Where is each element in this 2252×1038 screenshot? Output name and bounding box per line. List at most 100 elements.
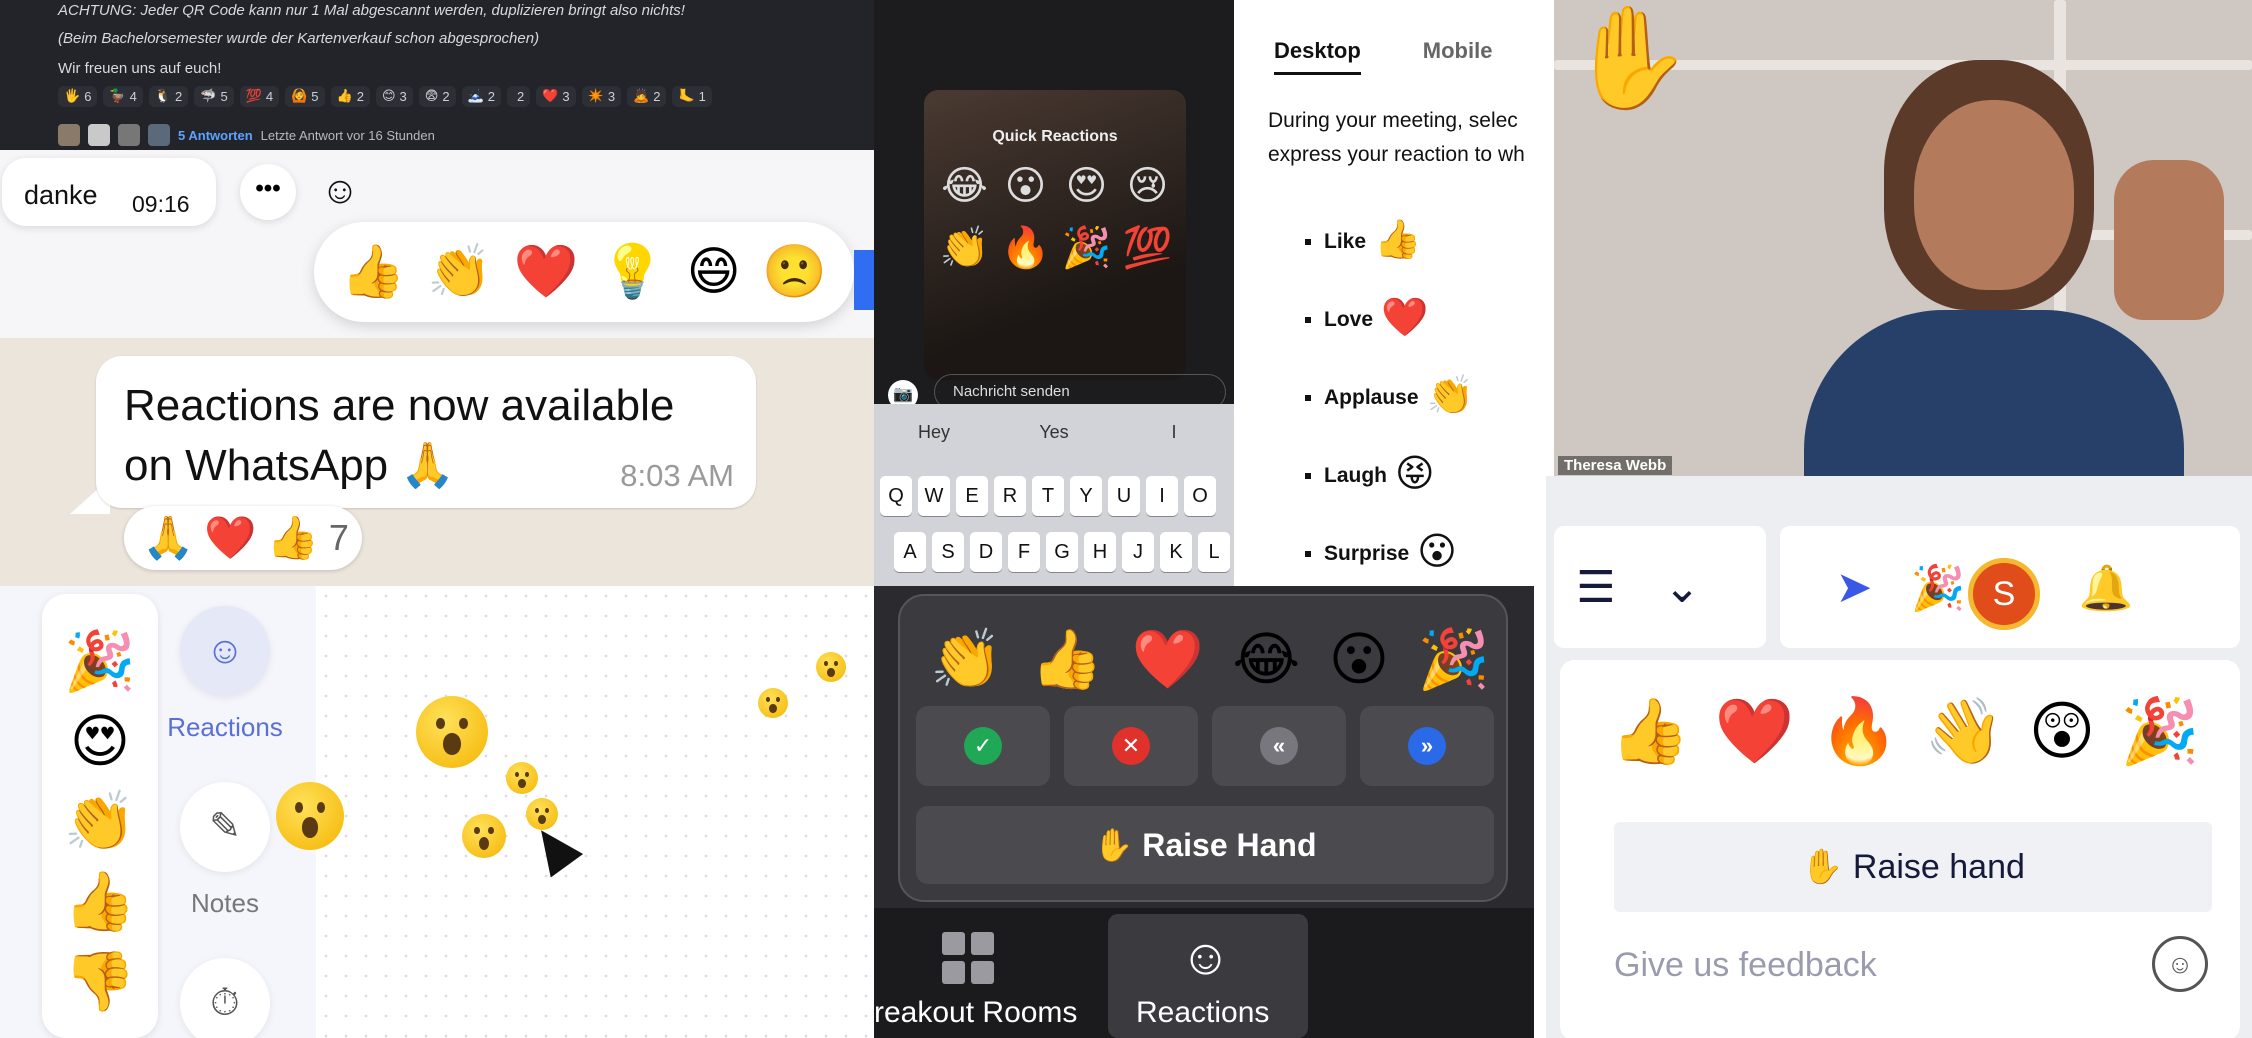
reaction-chip[interactable]: 🙆 5 — [285, 86, 325, 107]
bell-icon[interactable]: 🔔 — [2078, 562, 2134, 614]
suggestion-word[interactable]: Yes — [994, 422, 1114, 443]
feedback-icon[interactable]: ☺ — [2152, 936, 2208, 992]
reaction-option-icon[interactable]: ❤️ — [1715, 700, 1795, 764]
avatar[interactable]: S — [1968, 558, 2040, 630]
reaction-option-icon[interactable]: 🔥 — [1819, 700, 1899, 764]
quick-reaction-icon[interactable]: 🎉 — [1056, 228, 1117, 268]
keyboard-key[interactable]: S — [932, 532, 964, 572]
reaction-option-icon[interactable]: 😄 — [687, 246, 741, 298]
no-button[interactable]: ✕ — [1064, 706, 1198, 786]
collapse-icon[interactable]: ⌄ — [1654, 562, 1710, 613]
reaction-chip[interactable]: 🙇 2 — [627, 86, 667, 107]
keyboard-key[interactable]: W — [918, 476, 950, 516]
reaction-option-icon[interactable]: 👏 — [427, 246, 492, 298]
suggestion-word[interactable]: I — [1114, 422, 1234, 443]
quick-reaction-icon[interactable]: 💯 — [1117, 228, 1178, 268]
reaction-chip[interactable]: ❤️ 3 — [536, 86, 576, 107]
reaction-chip[interactable]: 👍 2 — [330, 86, 370, 107]
reaction-option-icon[interactable]: 😂 — [1232, 630, 1300, 688]
reaction-option-icon[interactable]: 🙁 — [762, 246, 827, 298]
breakout-rooms-label[interactable]: reakout Rooms — [874, 996, 1077, 1030]
dock-emoji-icon[interactable]: 👎 — [64, 952, 136, 1010]
chat-bubble[interactable]: danke 09:16 — [2, 158, 216, 226]
pointer-icon[interactable]: ➤ — [1826, 562, 1882, 613]
quick-reaction-icon[interactable]: 😍 — [1056, 166, 1117, 206]
reaction-chip[interactable]: 😊 3 — [375, 86, 413, 107]
reaction-chip[interactable]: 🗻 2 — [461, 86, 501, 107]
reaction-option-icon[interactable]: 👏 — [930, 630, 1002, 688]
keyboard-key[interactable]: I — [1146, 476, 1178, 516]
reaction-chip[interactable]: 🦶 1 — [672, 86, 712, 107]
keyboard-key[interactable]: F — [1008, 532, 1040, 572]
suggestion-word[interactable]: Hey — [874, 422, 994, 443]
reaction-option-icon[interactable]: 👍 — [1031, 630, 1103, 688]
dock-emoji-icon[interactable]: 🎉 — [64, 632, 136, 690]
whiteboard-canvas[interactable] — [276, 586, 874, 1038]
keyboard-key[interactable]: O — [1184, 476, 1216, 516]
reaction-option-icon[interactable]: 😮 — [1329, 630, 1389, 688]
keyboard-key[interactable]: D — [970, 532, 1002, 572]
reaction-chip[interactable]: 🦆 4 — [103, 86, 143, 107]
timer-tool-button[interactable]: ⏱ — [180, 958, 270, 1038]
breakout-rooms-icon[interactable] — [942, 932, 994, 984]
keyboard-key[interactable]: K — [1160, 532, 1192, 572]
keyboard-key[interactable]: E — [956, 476, 988, 516]
speed-up-button[interactable]: » — [1360, 706, 1494, 786]
reaction-summary-pill[interactable]: 🙏 ❤️ 👍 7 — [124, 506, 362, 570]
reaction-option-icon[interactable]: 💡 — [600, 246, 665, 298]
tab-mobile[interactable]: Mobile — [1423, 38, 1493, 75]
reactions-tool-button[interactable]: ☺ — [180, 606, 270, 696]
tab-desktop[interactable]: Desktop — [1274, 38, 1361, 75]
reaction-option-icon[interactable]: 👋 — [1924, 700, 2004, 764]
message-input[interactable]: Nachricht senden — [934, 374, 1226, 404]
keyboard-key[interactable]: A — [894, 532, 926, 572]
reaction-chip[interactable]: ✴️ 3 — [581, 86, 622, 107]
keyboard-key[interactable]: H — [1084, 532, 1116, 572]
keyboard-key[interactable]: Y — [1070, 476, 1102, 516]
send-button-edge[interactable] — [854, 250, 874, 310]
keyboard-key[interactable]: G — [1046, 532, 1078, 572]
reaction-chip[interactable]: 🐧 2 — [148, 86, 189, 107]
notes-tool-button[interactable]: ✎ — [180, 782, 270, 872]
keyboard-key[interactable]: U — [1108, 476, 1140, 516]
keyboard-key[interactable]: R — [994, 476, 1026, 516]
add-reaction-icon[interactable]: ☺ — [312, 164, 368, 220]
quick-reaction-icon[interactable]: 👏 — [934, 228, 995, 268]
camera-icon[interactable]: 📷 — [888, 380, 918, 404]
document-icon[interactable]: ☰ — [1568, 562, 1624, 613]
reaction-option-icon[interactable]: 👍 — [341, 246, 406, 298]
reaction-option-icon[interactable]: ❤️ — [1132, 630, 1204, 688]
feedback-link[interactable]: Give us feedback — [1614, 946, 1877, 985]
thread-replies[interactable]: 5 Antworten Letzte Antwort vor 16 Stunde… — [58, 124, 435, 146]
reaction-chip[interactable]: 😨 2 — [418, 86, 456, 107]
keyboard-key[interactable]: T — [1032, 476, 1064, 516]
reaction-option-icon[interactable]: 👍 — [1610, 700, 1690, 764]
reaction-option-icon[interactable]: ❤️ — [514, 246, 579, 298]
more-options-button[interactable]: ••• — [240, 164, 296, 220]
whatsapp-message-bubble[interactable]: Reactions are now available on WhatsApp … — [96, 356, 756, 508]
reactions-tab[interactable]: ☺ Reactions — [1108, 914, 1308, 1038]
keyboard-key[interactable]: J — [1122, 532, 1154, 572]
slow-down-button[interactable]: « — [1212, 706, 1346, 786]
reaction-option-icon[interactable]: 😲 — [2029, 700, 2096, 764]
reaction-chip[interactable]: 🦈 5 — [194, 86, 234, 107]
reaction-chip[interactable]: 🖐 6 — [58, 86, 98, 107]
keyboard-key[interactable]: Q — [880, 476, 912, 516]
reaction-option-icon[interactable]: 🎉 — [1418, 630, 1490, 688]
party-popper-icon[interactable]: 🎉 — [1910, 562, 1966, 614]
raise-hand-button[interactable]: ✋ Raise Hand — [916, 806, 1494, 884]
quick-reaction-icon[interactable]: 😮 — [995, 166, 1056, 206]
raise-hand-button[interactable]: ✋ Raise hand — [1614, 822, 2212, 912]
dock-emoji-icon[interactable]: 👍 — [64, 872, 136, 930]
quick-reaction-icon[interactable]: 😢 — [1117, 166, 1178, 206]
yes-button[interactable]: ✓ — [916, 706, 1050, 786]
reaction-chip[interactable]: 2 — [506, 86, 531, 107]
quick-reaction-icon[interactable]: 🔥 — [995, 228, 1056, 268]
reaction-chip[interactable]: 💯 4 — [239, 86, 280, 107]
dock-emoji-icon[interactable]: 😍 — [70, 712, 130, 770]
quick-reaction-icon[interactable]: 😂 — [934, 166, 995, 206]
dock-emoji-icon[interactable]: 👏 — [64, 792, 136, 850]
replies-link[interactable]: 5 Antworten — [178, 128, 253, 143]
keyboard-key[interactable]: L — [1198, 532, 1230, 572]
reaction-option-icon[interactable]: 🎉 — [2120, 700, 2200, 764]
